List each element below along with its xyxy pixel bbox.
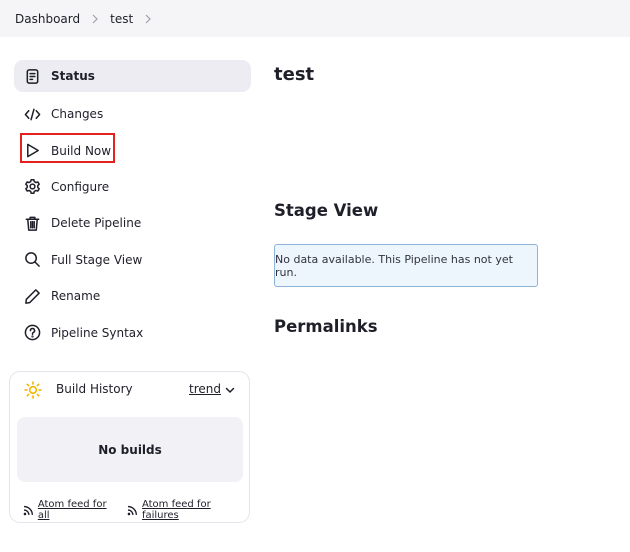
chevron-right-icon[interactable] bbox=[90, 14, 100, 24]
pencil-icon bbox=[23, 287, 41, 305]
sidebar-item-label: Build Now bbox=[51, 143, 112, 158]
sun-icon bbox=[24, 381, 42, 399]
rss-icon bbox=[23, 505, 34, 515]
trash-icon bbox=[23, 214, 41, 232]
sidebar-item-changes[interactable]: Changes bbox=[14, 96, 251, 132]
breadcrumb-dashboard[interactable]: Dashboard bbox=[15, 12, 80, 26]
build-history-header: Build History trend bbox=[10, 372, 249, 408]
build-history-title: Build History bbox=[56, 382, 133, 396]
play-icon bbox=[23, 142, 41, 160]
rss-icon bbox=[127, 505, 138, 515]
sidebar-item-label: Changes bbox=[51, 107, 104, 122]
document-icon bbox=[23, 67, 41, 85]
search-icon bbox=[23, 251, 41, 269]
sidebar-item-configure[interactable]: Configure bbox=[14, 169, 251, 205]
sidebar-item-pipeline-syntax[interactable]: Pipeline Syntax bbox=[14, 314, 251, 350]
sidebar-item-label: Delete Pipeline bbox=[51, 216, 142, 231]
sidebar: Status Changes Build Now Configure Delet… bbox=[14, 60, 251, 351]
page-title: test bbox=[274, 64, 315, 85]
sidebar-item-label: Rename bbox=[51, 289, 101, 304]
sidebar-item-rename[interactable]: Rename bbox=[14, 278, 251, 314]
sidebar-item-status[interactable]: Status bbox=[14, 60, 251, 92]
breadcrumb-test[interactable]: test bbox=[110, 12, 133, 26]
atom-feed-all-label: Atom feed for all bbox=[37, 499, 107, 521]
atom-feed-failures-label: Atom feed for failures bbox=[141, 499, 211, 521]
sidebar-item-label: Status bbox=[51, 69, 95, 83]
breadcrumb: Dashboard test bbox=[0, 0, 630, 37]
sidebar-item-delete-pipeline[interactable]: Delete Pipeline bbox=[14, 205, 251, 241]
chevron-right-icon[interactable] bbox=[143, 14, 153, 24]
stage-view-heading: Stage View bbox=[274, 201, 379, 220]
sidebar-item-full-stage-view[interactable]: Full Stage View bbox=[14, 242, 251, 278]
no-builds-message: No builds bbox=[17, 417, 243, 482]
sidebar-item-build-now[interactable]: Build Now bbox=[14, 132, 251, 168]
stage-view-empty-message: No data available. This Pipeline has not… bbox=[274, 244, 538, 287]
sidebar-item-label: Configure bbox=[51, 179, 110, 194]
atom-feed-all-link[interactable]: Atom feed for all bbox=[23, 499, 120, 521]
chevron-down-icon[interactable] bbox=[224, 384, 236, 396]
trend-link[interactable]: trend bbox=[189, 382, 221, 396]
help-icon bbox=[23, 324, 41, 342]
code-icon bbox=[23, 105, 41, 123]
sidebar-item-label: Full Stage View bbox=[51, 252, 143, 267]
permalinks-heading: Permalinks bbox=[274, 317, 378, 336]
atom-feeds: Atom feed for all Atom feed for failures bbox=[23, 499, 249, 521]
build-history-card: Build History trend No builds Atom feed … bbox=[9, 371, 250, 523]
atom-feed-failures-link[interactable]: Atom feed for failures bbox=[127, 499, 249, 521]
gear-icon bbox=[23, 178, 41, 196]
sidebar-item-label: Pipeline Syntax bbox=[51, 325, 144, 340]
